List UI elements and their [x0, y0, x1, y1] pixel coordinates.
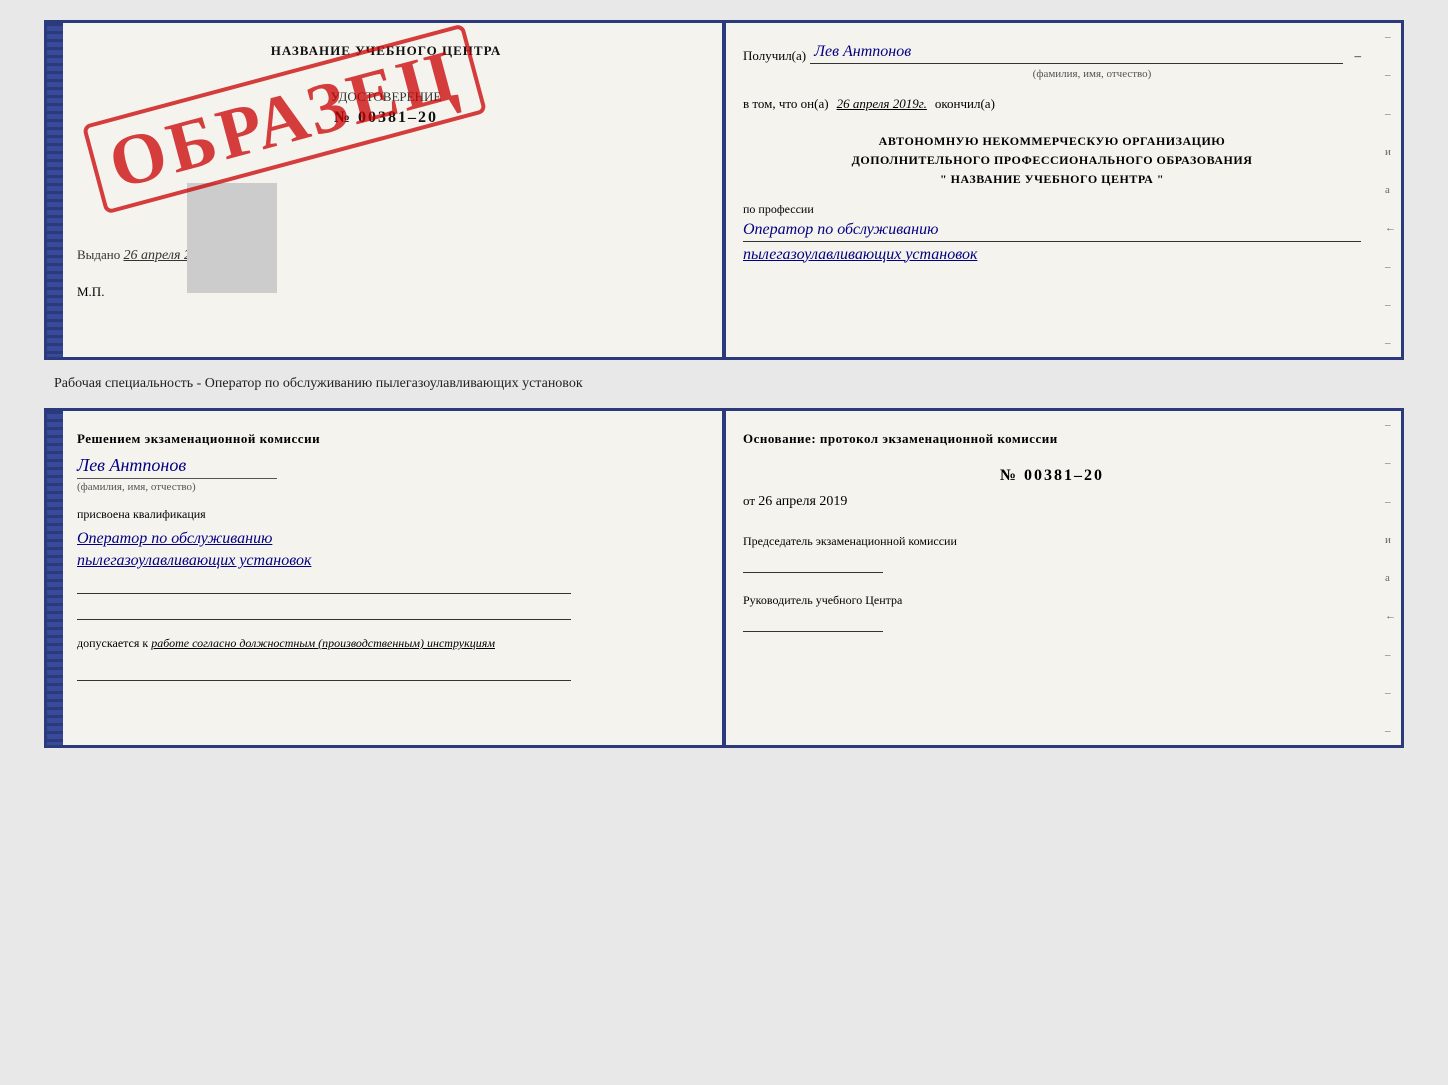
cert-title: НАЗВАНИЕ УЧЕБНОГО ЦЕНТРА [77, 43, 695, 59]
qual-value1: Оператор по обслуживанию [77, 530, 695, 548]
chairman-block: Председатель экзаменационной комиссии [743, 534, 1361, 573]
cert-doc-label: УДОСТОВЕРЕНИЕ [77, 89, 695, 105]
profession-value1: Оператор по обслуживанию [743, 221, 1361, 242]
blank-line2 [77, 600, 571, 620]
profession-value2: пылегазоулавливающих установок [743, 246, 1361, 264]
blank-line3 [77, 661, 571, 681]
blank-line1 [77, 574, 571, 594]
allowed-text: допускается к работе согласно должностны… [77, 636, 695, 651]
issued-line: Выдано 26 апреля 2019 [77, 247, 695, 264]
document-container: НАЗВАНИЕ УЧЕБНОГО ЦЕНТРА ОБРАЗЕЦ УДОСТОВ… [44, 20, 1404, 748]
side-marks-top-right: – – – и а ← – – – [1385, 23, 1399, 357]
cert-number: № 00381–20 [77, 109, 695, 127]
top-certificate-book: НАЗВАНИЕ УЧЕБНОГО ЦЕНТРА ОБРАЗЕЦ УДОСТОВ… [44, 20, 1404, 360]
side-marks-bottom-right: – – – и а ← – – – [1385, 411, 1399, 745]
photo-placeholder [187, 183, 277, 293]
director-block: Руководитель учебного Центра [743, 593, 1361, 632]
qual-value2: пылегазоулавливающих установок [77, 552, 695, 570]
org-block: АВТОНОМНУЮ НЕКОММЕРЧЕСКУЮ ОРГАНИЗАЦИЮ ДО… [743, 132, 1361, 190]
fio-subtitle: (фамилия, имя, отчество) [823, 68, 1361, 80]
mp-label: М.П. [77, 284, 695, 300]
bottom-certificate-book: Решением экзаменационной комиссии Лев Ан… [44, 408, 1404, 748]
protocol-date: от 26 апреля 2019 [743, 493, 1361, 510]
person-name: Лев Антпонов [77, 455, 695, 476]
bottom-right-page: Основание: протокол экзаменационной коми… [719, 411, 1401, 745]
profession-label: по профессии [743, 202, 1361, 217]
in-that-line: в том, что он(а) 26 апреля 2019г. окончи… [743, 96, 1361, 112]
cert-right-page: Получил(а) Лев Антпонов – (фамилия, имя,… [719, 23, 1401, 357]
bottom-left-page: Решением экзаменационной комиссии Лев Ан… [47, 411, 719, 745]
binding-decoration-bottom [47, 411, 63, 745]
assigned-label: присвоена квалификация [77, 507, 695, 522]
between-text: Рабочая специальность - Оператор по обсл… [44, 376, 583, 392]
person-fio-subtitle: (фамилия, имя, отчество) [77, 478, 277, 493]
cert-left-page: НАЗВАНИЕ УЧЕБНОГО ЦЕНТРА ОБРАЗЕЦ УДОСТОВ… [47, 23, 719, 357]
received-line: Получил(а) Лев Антпонов – [743, 43, 1361, 64]
decision-text: Решением экзаменационной комиссии [77, 431, 695, 447]
chairman-sig-line [743, 549, 883, 573]
protocol-number: № 00381–20 [743, 467, 1361, 485]
director-sig-line [743, 608, 883, 632]
basis-text: Основание: протокол экзаменационной коми… [743, 431, 1361, 447]
